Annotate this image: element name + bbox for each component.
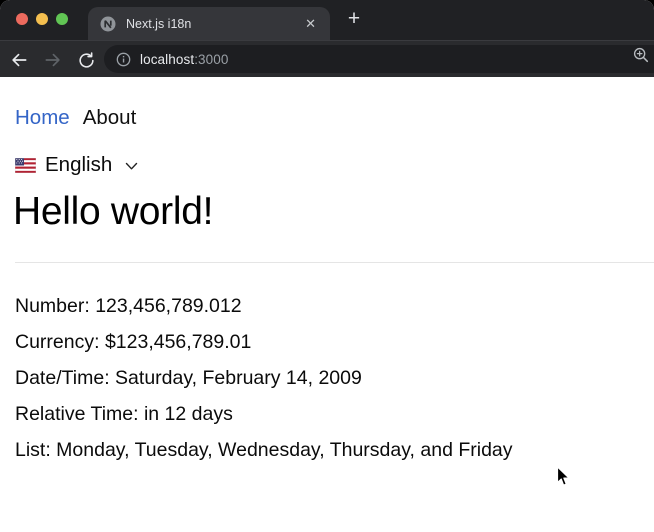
forward-arrow-icon (45, 53, 60, 67)
nav-link-about[interactable]: About (83, 106, 137, 130)
site-info-icon[interactable] (116, 52, 131, 67)
zoom-window-button[interactable] (56, 13, 68, 25)
tab-close-icon[interactable]: ✕ (303, 15, 318, 32)
datetime-line: Date/Time: Saturday, February 14, 2009 (15, 367, 362, 389)
divider (15, 262, 654, 263)
currency-line: Currency: $123,456,789.01 (15, 331, 252, 353)
back-arrow-icon (12, 53, 27, 67)
address-bar[interactable]: localhost:3000 (104, 45, 654, 73)
browser-window: Next.js i18n ✕ + localhost:3000 Home Abo… (0, 0, 654, 532)
formatted-values: Number: 123,456,789.012 Currency: $123,4… (15, 288, 639, 468)
nextjs-logo-icon (100, 16, 116, 32)
us-flag-icon (15, 157, 36, 173)
number-line: Number: 123,456,789.012 (15, 295, 242, 317)
close-window-button[interactable] (16, 13, 28, 25)
browser-toolbar: localhost:3000 (0, 40, 654, 77)
page-zoom-button[interactable] (632, 46, 650, 64)
back-button[interactable] (7, 48, 31, 72)
language-selector[interactable]: English (15, 153, 138, 177)
url-port: :3000 (194, 51, 229, 67)
reload-button[interactable] (74, 48, 98, 72)
url-host: localhost (140, 51, 195, 67)
language-label: English (45, 153, 113, 176)
page-content: Home About English Hello world! Number: … (0, 77, 654, 532)
url-text: localhost:3000 (140, 52, 228, 67)
traffic-lights (16, 13, 68, 25)
chevron-down-icon (125, 162, 138, 171)
mouse-cursor (556, 466, 571, 493)
new-tab-button[interactable]: + (341, 6, 367, 32)
tab-title: Next.js i18n (126, 16, 192, 31)
minimize-window-button[interactable] (36, 13, 48, 25)
browser-tab[interactable]: Next.js i18n ✕ (88, 7, 330, 40)
zoom-magnifier-plus-icon (633, 47, 649, 63)
nav-link-home[interactable]: Home (15, 106, 70, 130)
tab-strip: Next.js i18n ✕ + (0, 0, 654, 40)
relative-time-line: Relative Time: in 12 days (15, 403, 233, 425)
page-title: Hello world! (13, 190, 214, 233)
forward-button[interactable] (41, 48, 65, 72)
site-nav: Home About (15, 106, 639, 130)
reload-icon (78, 51, 94, 68)
list-line: List: Monday, Tuesday, Wednesday, Thursd… (15, 439, 513, 461)
